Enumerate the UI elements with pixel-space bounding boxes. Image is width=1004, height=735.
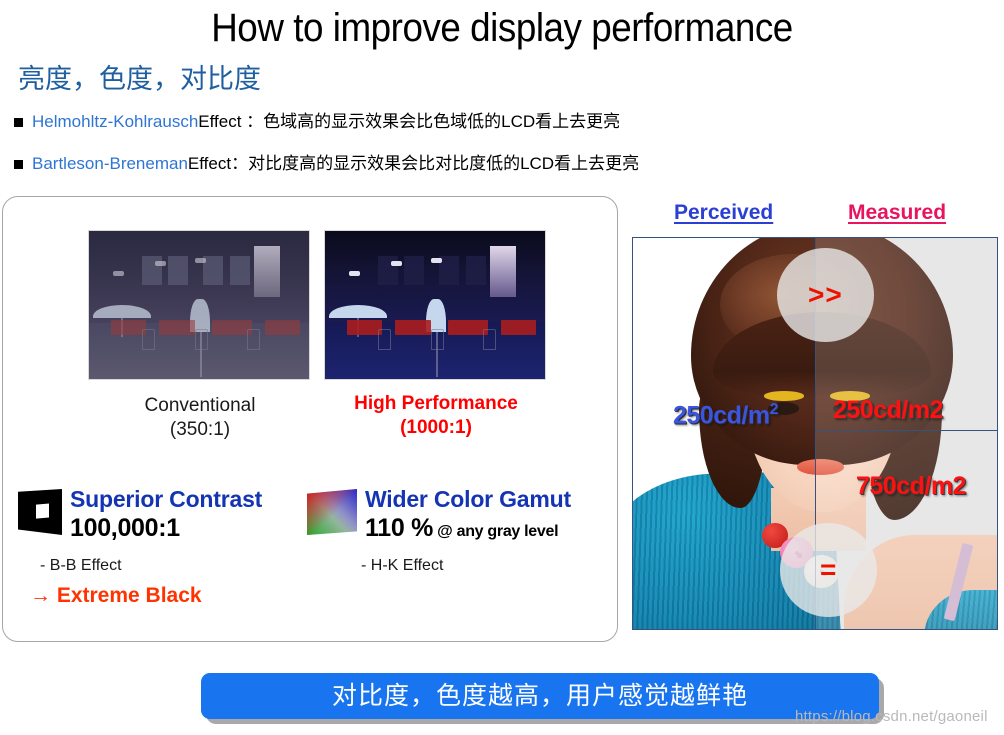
table: [395, 319, 431, 335]
model-lips: [796, 458, 845, 475]
summary-banner: 对比度，色度越高，用户感觉越鲜艳: [201, 673, 879, 719]
feature-value-suffix: @ any gray level: [433, 523, 559, 540]
street-lamp: [113, 271, 125, 277]
label-perceived-exponent: 2: [769, 401, 779, 418]
window: [377, 255, 398, 286]
caption-high-performance: High Performance (1000:1): [316, 392, 556, 440]
window: [168, 255, 188, 286]
chair: [247, 328, 261, 350]
chair: [141, 328, 155, 350]
feature-wider-color-gamut: Wider Color Gamut 110 % @ any gray level…: [307, 485, 571, 577]
watermark: https://blog.csdn.net/gaoneil: [795, 708, 988, 725]
table: [111, 319, 147, 335]
chair: [377, 328, 391, 350]
table: [212, 319, 252, 335]
bullet-item: Bartleson-Breneman Effect：对比度高的显示效果会比对比度…: [14, 152, 639, 176]
header-perceived: Perceived: [674, 201, 774, 224]
feature-value-number: 110 %: [365, 514, 434, 542]
window: [203, 255, 224, 286]
summary-banner-text: 对比度，色度越高，用户感觉越鲜艳: [331, 682, 748, 710]
photo-perceived-vs-measured: >> =: [632, 237, 998, 630]
label-perceived-luminance: 250cd/m2: [673, 396, 778, 429]
feature-value: 100,000:1: [70, 513, 262, 547]
photo-horizontal-divider: [815, 429, 997, 431]
window: [141, 255, 162, 286]
caption-line-1: High Performance: [354, 393, 518, 414]
caption-line-2: (1000:1): [400, 417, 472, 438]
color-gamut-icon: [307, 489, 357, 535]
window: [439, 255, 460, 286]
street-lamp: [194, 258, 206, 264]
photo-conventional: [88, 230, 310, 380]
street-lamp: [349, 271, 361, 277]
caption-line-1: Conventional: [144, 395, 256, 416]
bullet-effect-name: Helmohltz-Kohlrausch: [32, 112, 199, 131]
table: [347, 319, 383, 335]
feature-text-block: Superior Contrast 100,000:1: [70, 485, 262, 547]
feature-header: Wider Color Gamut 110 % @ any gray level: [307, 485, 571, 547]
caption-line-2: (350:1): [169, 419, 231, 440]
feature-value: 110 % @ any gray level: [365, 513, 571, 547]
bullet-effect-name: Bartleson-Breneman: [32, 154, 188, 173]
greater-than-symbol: >>: [808, 278, 843, 310]
color-gamut-swatch: [307, 489, 357, 535]
feature-superior-contrast: Superior Contrast 100,000:1 - B-B Effect…: [18, 485, 262, 609]
feature-text-block: Wider Color Gamut 110 % @ any gray level: [365, 485, 571, 547]
night-street-scene: [325, 231, 545, 379]
street-lamp: [155, 261, 166, 267]
square-bullet-icon: [14, 117, 23, 127]
contrast-screen-icon: [18, 489, 62, 535]
feature-title: Superior Contrast: [70, 486, 263, 512]
overlay-circle-equal: =: [780, 523, 877, 618]
lit-pillar: [254, 245, 281, 297]
window: [404, 255, 424, 286]
contrast-screen-highlight: [35, 503, 49, 519]
feature-conclusion: → Extreme Black: [30, 584, 202, 607]
chair: [483, 328, 497, 350]
feature-subnote: - H-K Effect: [361, 557, 444, 574]
table: [448, 319, 488, 335]
equals-symbol: =: [819, 554, 838, 586]
street-lamp: [430, 258, 442, 264]
slide-root: How to improve display performance 亮度，色度…: [0, 0, 1004, 735]
table: [265, 319, 301, 335]
table: [501, 319, 537, 335]
header-measured: Measured: [848, 201, 947, 224]
feature-title: Wider Color Gamut: [365, 486, 571, 512]
square-bullet-icon: [14, 159, 23, 169]
bullet-item: Helmohltz-Kohlrausch Effect ：色域高的显示效果会比色…: [14, 110, 620, 134]
chair: [194, 328, 208, 350]
bullet-effect-description: Effect：对比度高的显示效果会比对比度低的LCD看上去更亮: [187, 154, 640, 173]
photo-high-performance: [324, 230, 546, 380]
label-measured-luminance-bottom: 750cd/m2: [856, 472, 966, 500]
label-measured-luminance-top: 250cd/m2: [833, 396, 943, 424]
table: [159, 319, 195, 335]
caption-conventional: Conventional (350:1): [80, 394, 320, 442]
bullet-effect-description: Effect ：色域高的显示效果会比色域低的LCD看上去更亮: [198, 112, 621, 131]
feature-value-number: 100,000:1: [70, 514, 180, 542]
label-perceived-value: 250cd/m: [673, 401, 770, 430]
overlay-circle-greater: >>: [777, 247, 874, 342]
feature-subnote: - B-B Effect: [40, 557, 122, 574]
lit-pillar: [490, 245, 517, 297]
window: [229, 255, 250, 286]
window: [465, 255, 486, 286]
chair: [430, 328, 444, 350]
street-lamp: [391, 261, 402, 267]
page-title: How to improve display performance: [211, 6, 793, 50]
subheading: 亮度，色度，对比度: [18, 64, 261, 94]
night-street-scene: [89, 231, 309, 379]
feature-header: Superior Contrast 100,000:1: [18, 485, 262, 547]
